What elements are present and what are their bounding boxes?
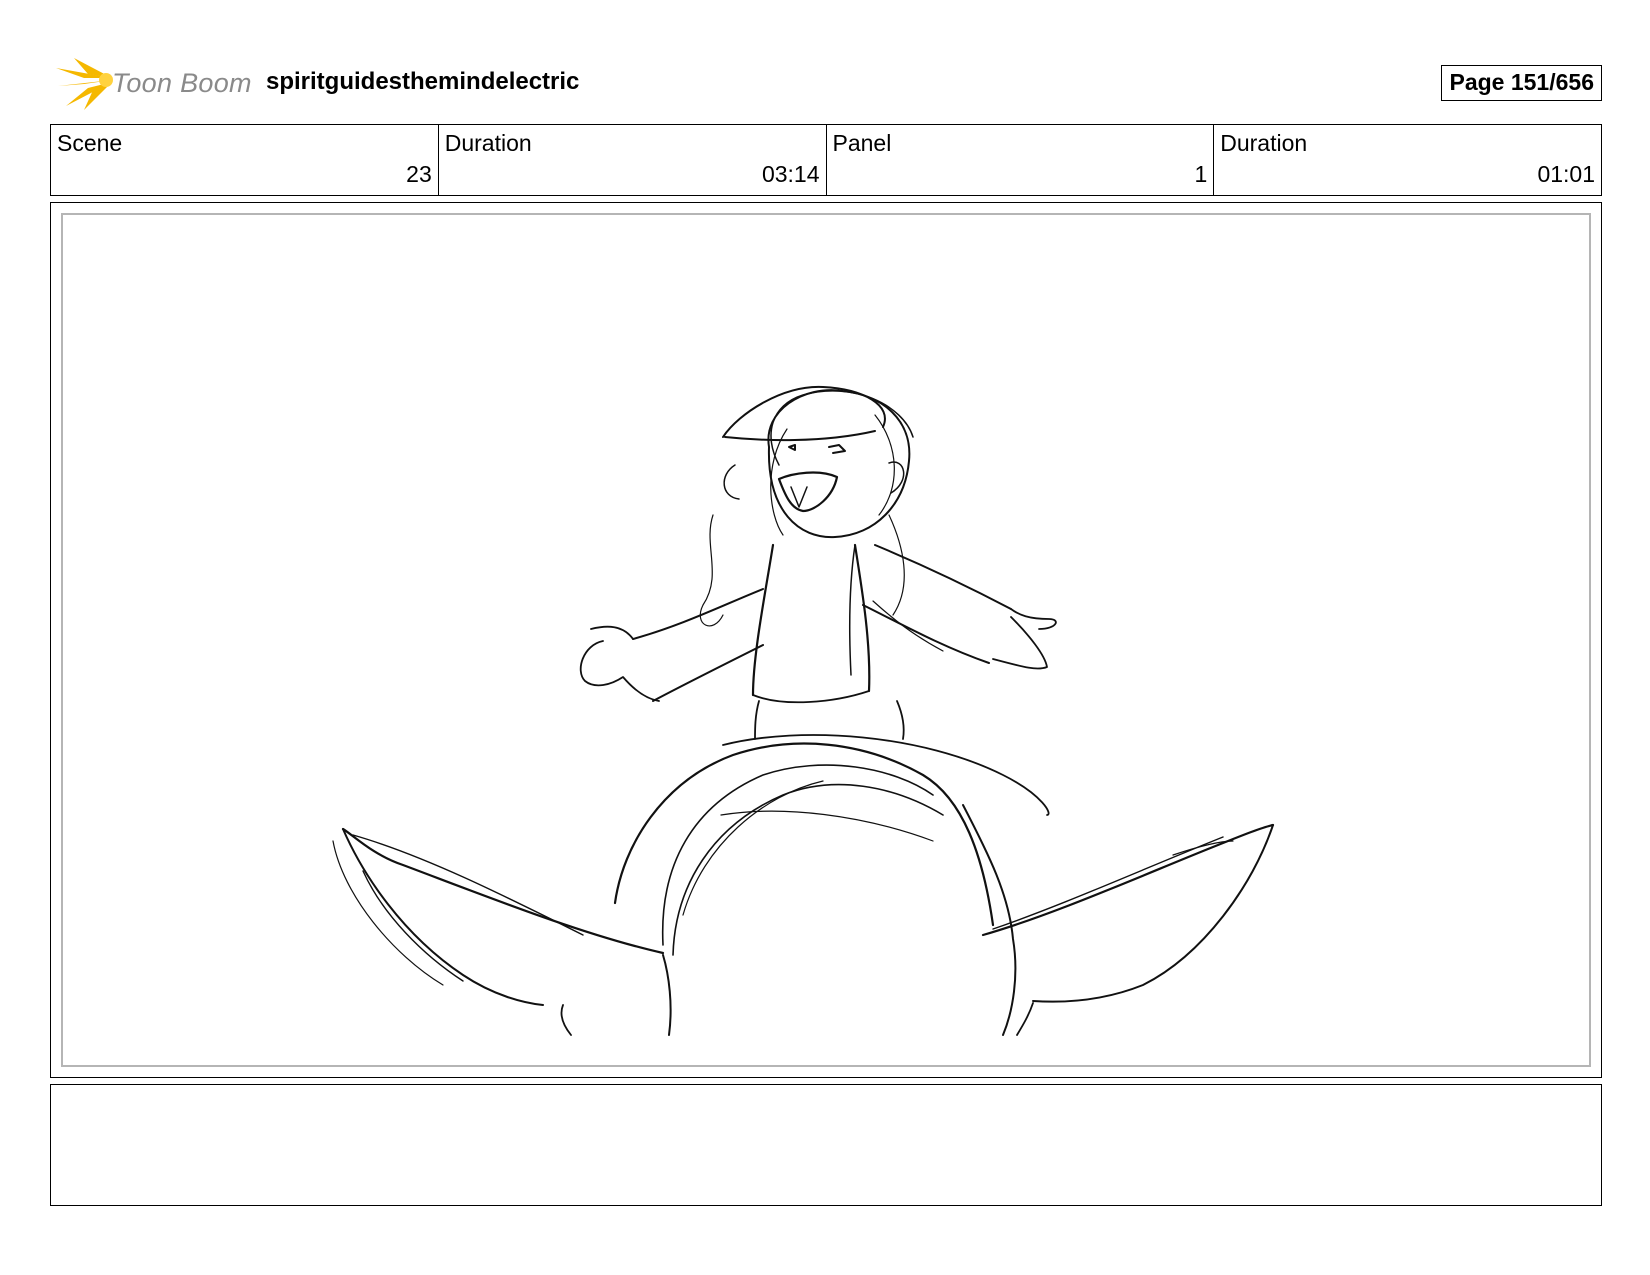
- scene-duration-cell: Duration 03:14: [439, 125, 827, 195]
- character-sketch: [579, 385, 1057, 740]
- scene-label: Scene: [57, 130, 123, 156]
- panel-value: 1: [1194, 161, 1208, 187]
- starburst-icon: [56, 58, 113, 110]
- logo-wordmark: Toon Boom: [112, 68, 252, 98]
- scene-info-table: Scene 23 Duration 03:14 Panel 1 Duration…: [50, 124, 1602, 196]
- foreground-head-sketch: [332, 734, 1275, 1036]
- sketch-drawing: [332, 385, 1275, 1036]
- panel-duration-cell: Duration 01:01: [1214, 125, 1601, 195]
- page-indicator: Page 151/656: [1441, 65, 1602, 101]
- panel-duration-label: Duration: [1220, 130, 1308, 156]
- panel-frame: [50, 202, 1602, 1078]
- panel-duration-value: 01:01: [1537, 161, 1595, 187]
- scene-duration-label: Duration: [444, 130, 532, 156]
- toon-boom-logo: Toon Boom: [54, 56, 254, 112]
- scene-value: 23: [406, 161, 432, 187]
- notes-box: [50, 1084, 1602, 1206]
- panel-label: Panel: [832, 130, 892, 156]
- panel-image-area: [61, 213, 1591, 1067]
- scene-cell: Scene 23: [51, 125, 439, 195]
- project-title: spiritguidesthemindelectric: [266, 68, 580, 95]
- scene-duration-value: 03:14: [761, 161, 820, 187]
- panel-cell: Panel 1: [827, 125, 1215, 195]
- storyboard-header: Toon Boom spiritguidesthemindelectric Pa…: [50, 50, 1602, 110]
